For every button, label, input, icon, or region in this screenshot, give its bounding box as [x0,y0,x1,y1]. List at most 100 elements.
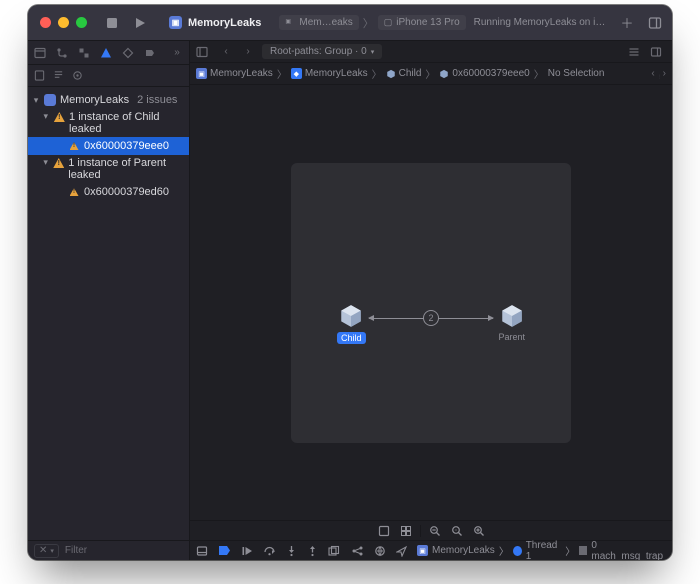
layout-grid-icon[interactable] [398,524,414,538]
disclosure-icon[interactable]: ▾ [42,157,49,168]
activity-status: Running MemoryLeaks on iPhone 13 Pro [474,17,610,28]
graph-node-parent[interactable]: Parent [498,303,525,342]
scheme-chevron-icon: 〉 [363,15,374,31]
crumb-label: Thread 1 [526,540,562,561]
disclosure-icon[interactable]: ▾ [42,111,50,122]
target-icon: ▣ [285,18,295,28]
nav-back-button[interactable]: ‹ [218,46,234,57]
zoom-window-button[interactable] [76,17,87,28]
chevron-right-icon: 〉 [499,543,509,558]
scheme-device[interactable]: ▢ iPhone 13 Pro [378,15,466,30]
person-icon: ◆ [291,68,302,79]
chevron-right-icon: 〉 [372,66,382,81]
nav-forward-button[interactable]: › [240,46,256,57]
filter-field[interactable]: Filter [65,545,87,556]
issue-address-label: 0x60000379ed60 [84,186,169,198]
window-body: » ▾ MemoryLeaks 2 issues ▾ 1 instance of… [28,41,672,560]
project-title[interactable]: ▣ MemoryLeaks [169,16,261,29]
simulate-location-icon[interactable] [396,544,407,558]
nav-tab-tests-icon[interactable] [122,47,134,59]
stop-button[interactable] [105,16,119,30]
crumb-label: 0 mach_msg_trap [591,540,664,561]
issue-group-label: 1 instance of Parent leaked [68,157,189,181]
minimize-window-button[interactable] [58,17,69,28]
library-button[interactable] [648,16,662,30]
zoom-actual-button[interactable]: = [449,524,465,538]
zoom-out-button[interactable] [427,524,443,538]
toggle-debug-area-icon[interactable] [196,544,208,558]
crumb-selection[interactable]: No Selection [548,68,605,79]
filter-by-file-icon[interactable] [34,70,45,81]
scheme-target[interactable]: ▣ Mem…eaks [279,15,358,30]
crumb-label: 0x60000379eee0 [452,68,529,79]
memory-graph-canvas-wrap: 2 Child Parent [190,85,672,520]
nav-tab-issues-icon[interactable] [100,47,112,59]
crumb-project[interactable]: ▣MemoryLeaks [196,68,273,79]
filter-scope-toggle[interactable]: ✕ ▾ [34,544,59,558]
layout-auto-icon[interactable] [376,524,392,538]
debug-view-hierarchy-icon[interactable] [328,544,341,558]
issues-count: 2 issues [137,94,177,106]
tree-issue-child-group[interactable]: ▾ 1 instance of Child leaked [28,109,189,137]
filter-by-type-icon[interactable] [53,70,64,81]
crumb-class[interactable]: Child [386,68,422,79]
nav-tab-debug-icon[interactable] [144,47,156,59]
window-traffic-lights [28,17,99,28]
tree-issue-parent-address[interactable]: 0x60000379ed60 [28,183,189,201]
environment-overrides-icon[interactable] [374,544,386,558]
root-paths-dropdown[interactable]: Root-paths: Group · 0 ▾ [262,44,382,59]
debug-memory-graph-icon[interactable] [351,544,364,558]
navigator-tab-bar: » [28,41,189,65]
tree-issue-child-address[interactable]: 0x60000379eee0 [28,137,189,155]
tree-issue-parent-group[interactable]: ▾ 1 instance of Parent leaked [28,155,189,183]
breakpoints-toggle-icon[interactable] [218,544,231,558]
add-button[interactable]: ＋ [620,16,634,30]
x-icon: ✕ [39,545,47,556]
edge-count-badge[interactable]: 2 [423,310,439,326]
cube-icon [439,69,449,79]
disclosure-icon[interactable]: ▾ [32,95,40,106]
step-into-button[interactable] [286,544,297,558]
device-icon: ▢ [384,17,393,28]
debug-process[interactable]: ▣ MemoryLeaks [417,545,495,556]
nav-tab-symbols-icon[interactable] [78,47,90,59]
chevron-right-icon: 〉 [534,66,544,81]
close-window-button[interactable] [40,17,51,28]
step-out-button[interactable] [307,544,318,558]
editor-layout-icon[interactable] [650,46,666,58]
memory-graph-canvas[interactable]: 2 Child Parent [291,163,571,443]
debug-frame[interactable]: 0 mach_msg_trap [579,540,664,561]
continue-button[interactable] [241,544,253,558]
app-icon: ▣ [169,16,182,29]
debug-thread[interactable]: Thread 1 [513,540,561,561]
nav-prev-issue-button[interactable]: ‹ [651,68,654,79]
project-icon [44,94,56,106]
filter-changes-icon[interactable] [72,70,83,81]
node-label: Parent [498,332,525,342]
titlebar-right-controls: ＋ [610,16,672,30]
navigator-filter-bar [28,65,189,87]
nav-next-issue-button[interactable]: › [663,68,666,79]
run-stop-controls [105,16,147,30]
tree-project-row[interactable]: ▾ MemoryLeaks 2 issues [28,91,189,109]
step-over-button[interactable] [263,544,276,558]
scheme-selector[interactable]: ▣ Mem…eaks 〉 ▢ iPhone 13 Pro [279,15,465,31]
crumb-address[interactable]: 0x60000379eee0 [439,68,529,79]
nav-tab-project-icon[interactable] [34,47,46,59]
zoom-toolbar: = [190,520,672,540]
root-paths-bar: ‹ › Root-paths: Group · 0 ▾ [190,41,672,63]
warning-icon [53,157,64,169]
nav-tab-overflow-icon[interactable]: » [171,47,183,59]
menu-icon[interactable] [196,46,212,58]
run-button[interactable] [133,16,147,30]
editor-options-icon[interactable] [628,46,644,58]
crumb-label: MemoryLeaks [210,68,273,79]
graph-edge[interactable]: 2 [369,318,493,319]
cube-icon [386,69,396,79]
chevron-right-icon: 〉 [425,66,435,81]
nav-tab-source-control-icon[interactable] [56,47,68,59]
chevron-right-icon: 〉 [565,543,575,558]
zoom-in-button[interactable] [471,524,487,538]
graph-node-child[interactable]: Child [337,303,366,344]
crumb-target[interactable]: ◆MemoryLeaks [291,68,368,79]
